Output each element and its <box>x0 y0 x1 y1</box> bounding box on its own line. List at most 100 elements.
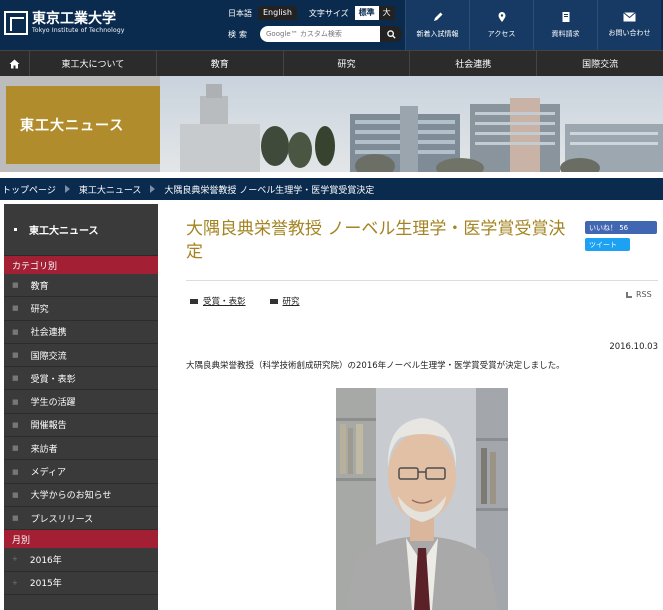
logo-jp: 東京工業大学 <box>32 11 116 27</box>
sidebar-item-international[interactable]: ■ 国際交流 <box>4 344 158 368</box>
banner-title-box: 東工大ニュース <box>6 86 160 164</box>
textsize-large-button[interactable]: 大 <box>378 6 395 20</box>
portrait-photo <box>336 388 508 610</box>
breadcrumb-arrow-icon <box>64 185 70 193</box>
logo-mark-icon <box>4 11 28 35</box>
home-icon <box>9 59 20 68</box>
plus-icon: + <box>12 578 18 587</box>
nav-research[interactable]: 研究 <box>284 51 411 76</box>
bullet-icon <box>14 228 17 231</box>
breadcrumb-news[interactable]: 東工大ニュース <box>79 183 142 196</box>
bullet-icon: ■ <box>12 420 19 429</box>
sidebar-item-awards[interactable]: ■ 受賞・表彰 <box>4 367 158 391</box>
sidebar-item-label: 社会連携 <box>30 328 67 339</box>
article-lead: 大隅良典栄誉教授（科学技術創成研究院）の2016年ノーベル生理学・医学賞受賞が決… <box>186 361 565 371</box>
bullet-icon: ■ <box>12 397 19 406</box>
tag-label: 受賞・表彰 <box>203 297 246 307</box>
sidebar-item-students[interactable]: ■ 学生の活躍 <box>4 390 158 414</box>
tag-icon <box>190 298 198 304</box>
rss-icon <box>626 291 632 298</box>
article-title: 大隅良典栄誉教授 ノーベル生理学・医学賞受賞決定 <box>186 219 566 262</box>
breadcrumb-home[interactable]: トップページ <box>2 183 56 196</box>
sidebar-item-label: 学生の活躍 <box>30 398 76 409</box>
sidebar-item-label: 2016年 <box>29 555 62 566</box>
nav-international[interactable]: 国際交流 <box>537 51 663 76</box>
lang-jp-button[interactable]: 日本語 <box>222 6 258 20</box>
bullet-icon: ■ <box>12 281 19 290</box>
article-tags: 受賞・表彰 研究 <box>190 295 324 307</box>
bullet-icon: ■ <box>12 514 19 523</box>
facebook-like-button[interactable]: いいね！ 56 <box>585 221 657 234</box>
sidebar-item-announcements[interactable]: ■ 大学からのお知らせ <box>4 484 158 507</box>
breadcrumb-arrow-icon <box>150 185 156 193</box>
sidebar-item-label: メディア <box>30 468 66 479</box>
quick-link-access[interactable]: アクセス <box>469 0 533 50</box>
quick-link-request[interactable]: 資料請求 <box>533 0 597 50</box>
nav-about[interactable]: 東工大について <box>30 51 157 76</box>
top-header: 東京工業大学 Tokyo Institute of Technology 日本語… <box>0 0 663 50</box>
sidebar-item-events[interactable]: ■ 開催報告 <box>4 414 158 438</box>
sidebar-item-label: 受賞・表彰 <box>30 374 76 385</box>
article-date: 2016.10.03 <box>609 342 658 352</box>
sidebar-item-outreach[interactable]: ■ 社会連携 <box>4 321 158 344</box>
quick-links: 新着入試情報 アクセス 資料請求 お問い合わせ <box>405 0 661 50</box>
sidebar-heading[interactable]: 東工大ニュース <box>4 204 158 256</box>
sidebar-item-visitors[interactable]: ■ 来訪者 <box>4 437 158 461</box>
lang-en-button[interactable]: English <box>258 6 297 20</box>
document-icon <box>562 12 569 22</box>
search-bar: 検索 <box>228 26 402 42</box>
portrait-image <box>336 388 508 610</box>
sidebar-item-research[interactable]: ■ 研究 <box>4 297 158 321</box>
sidebar-item-label: 来訪者 <box>30 444 58 455</box>
sidebar-item-label: 開催報告 <box>30 421 67 432</box>
home-button[interactable] <box>0 51 30 76</box>
tag-label: 研究 <box>282 297 300 307</box>
textsize-label: 文字サイズ <box>308 8 349 18</box>
sidebar: 東工大ニュース カテゴリ別 ■ 教育 ■ 研究 ■ 社会連携 ■ 国際交流 ■ 受賞・表彰… <box>4 204 158 610</box>
nav-education[interactable]: 教育 <box>157 51 284 76</box>
sidebar-item-label: 研究 <box>30 304 49 315</box>
bullet-icon: ■ <box>12 467 19 476</box>
social-buttons: いいね！ 56 ツイート <box>585 221 657 251</box>
quick-link-contact[interactable]: お問い合わせ <box>597 0 661 50</box>
sidebar-item-2016[interactable]: +2016年 <box>4 548 158 572</box>
sidebar-item-label: 2015年 <box>29 579 62 590</box>
nav-outreach[interactable]: 社会連携 <box>410 51 538 76</box>
search-input[interactable] <box>260 26 380 42</box>
mail-icon <box>623 12 636 22</box>
map-pin-icon <box>498 12 505 22</box>
quick-link-label: お問い合わせ <box>608 29 651 37</box>
sidebar-category-header: カテゴリ別 <box>4 256 158 274</box>
bullet-icon: ■ <box>12 327 19 336</box>
search-button[interactable] <box>380 26 402 42</box>
banner-title: 東工大ニュース <box>20 118 125 134</box>
sidebar-item-2015[interactable]: +2015年 <box>4 572 158 595</box>
bullet-icon: ■ <box>12 444 19 453</box>
sidebar-item-label: 教育 <box>30 281 49 292</box>
textsize-standard-button[interactable]: 標準 <box>354 6 379 20</box>
rss-label: RSS <box>636 290 652 299</box>
quick-link-label: 資料請求 <box>551 30 580 38</box>
bullet-icon: ■ <box>12 351 19 360</box>
campus-skyline-image <box>180 84 663 172</box>
tag-research[interactable]: 研究 <box>269 295 300 307</box>
tag-awards[interactable]: 受賞・表彰 <box>190 295 246 307</box>
plus-icon: + <box>12 555 18 564</box>
tweet-button[interactable]: ツイート <box>585 238 630 251</box>
bullet-icon: ■ <box>12 490 19 499</box>
sidebar-item-press[interactable]: ■ プレスリリース <box>4 507 158 531</box>
sidebar-item-label: 大学からのお知らせ <box>30 491 112 502</box>
university-logo[interactable]: 東京工業大学 Tokyo Institute of Technology <box>4 6 125 40</box>
sidebar-month-header: 月別 <box>4 530 158 549</box>
quick-link-label: 新着入試情報 <box>416 30 459 38</box>
sidebar-item-education[interactable]: ■ 教育 <box>4 274 158 298</box>
breadcrumb-current: 大隅良典栄誉教授 ノーベル生理学・医学賞受賞決定 <box>164 185 375 196</box>
rss-link[interactable]: RSS <box>626 290 652 299</box>
bullet-icon: ■ <box>12 304 19 313</box>
tag-icon <box>269 298 278 304</box>
pencil-icon <box>433 12 442 21</box>
quick-link-admissions[interactable]: 新着入試情報 <box>405 0 469 50</box>
quick-link-label: アクセス <box>487 30 516 38</box>
search-icon <box>386 29 396 39</box>
sidebar-item-media[interactable]: ■ メディア <box>4 460 158 484</box>
